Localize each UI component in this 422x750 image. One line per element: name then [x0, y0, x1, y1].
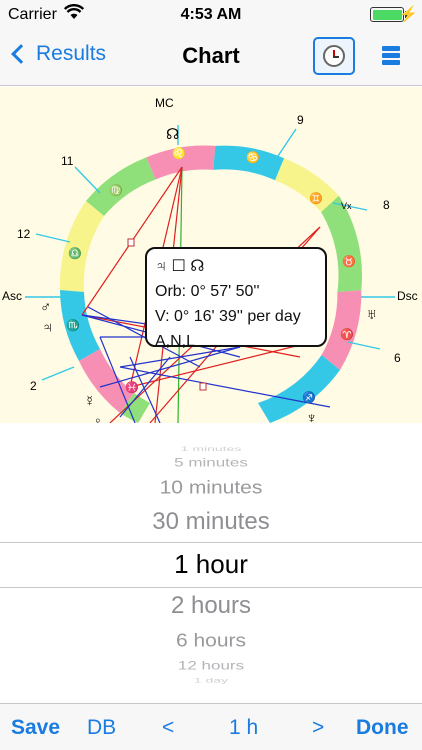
picker-option[interactable]: 30 minutes: [0, 508, 422, 536]
house-9-label: 9: [297, 113, 304, 127]
clock-icon: [323, 45, 345, 67]
house-11-label: 11: [61, 154, 74, 168]
uranus-icon: ♅: [366, 306, 378, 323]
north-node-outer-icon: ☊: [166, 126, 180, 143]
jupiter-icon: ♃: [42, 319, 54, 336]
status-bar: Carrier 4:53 AM ⚡: [0, 0, 422, 30]
picker-option[interactable]: 10 minutes: [0, 477, 422, 498]
aries-sign-icon: ♈: [340, 329, 354, 341]
scorpio-sign-icon: ♏: [66, 320, 80, 332]
mercury-icon: ☿: [84, 393, 96, 410]
back-button-label: Results: [36, 42, 107, 65]
picker-option[interactable]: 5 minutes: [0, 456, 422, 470]
leo-sign-icon: ♌: [172, 148, 186, 160]
tooltip-velocity: V: 0° 16' 39'' per day: [155, 308, 301, 325]
picker-option[interactable]: 1 day: [0, 676, 422, 683]
next-step-button[interactable]: >: [312, 716, 324, 740]
menu-button[interactable]: [382, 46, 400, 66]
previous-step-button[interactable]: <: [162, 716, 174, 740]
dsc-label: Dsc: [397, 289, 418, 303]
house-8-label: 8: [383, 198, 390, 212]
bottom-toolbar: Save DB < 1 h > Done: [0, 703, 422, 750]
ring-segment-water-2: [258, 355, 340, 423]
time-step-picker[interactable]: 1 minutes 5 minutes 10 minutes 30 minute…: [0, 423, 422, 703]
tooltip-flags: A,N,L: [155, 333, 196, 350]
vx-label: Vx: [341, 201, 352, 211]
chevron-left-icon: [11, 44, 31, 64]
pisces-sign-icon: ♓: [125, 382, 139, 394]
navigation-bar: Results Chart: [0, 30, 422, 86]
sagittarius-sign-icon: ♐: [302, 392, 316, 404]
taurus-sign-icon: ♉: [342, 256, 356, 268]
house-2-label: 2: [30, 379, 37, 393]
tooltip-orb: Orb: 0° 57' 50'': [155, 283, 260, 300]
mc-label: MC: [155, 96, 174, 110]
libra-sign-icon: ♎: [68, 248, 82, 260]
house-6-label: 6: [394, 351, 401, 365]
mars-icon: ♂: [40, 299, 52, 316]
virgo-sign-icon: ♍: [109, 185, 123, 197]
ring-segment-air-2: [59, 201, 104, 292]
astrology-chart[interactable]: MC Asc Dsc Vx 9 8 6 2 11 12 ♌ ♋ ♊ ♉ ♈ ♏ …: [0, 87, 422, 423]
db-button[interactable]: DB: [87, 716, 116, 740]
picker-option[interactable]: 1 minutes: [0, 445, 422, 452]
charging-icon: ⚡: [399, 6, 418, 23]
venus-icon: ♀: [93, 414, 103, 423]
ring-segment-air: [275, 158, 339, 213]
cancer-sign-icon: ♋: [246, 152, 260, 164]
back-button[interactable]: Results: [8, 42, 106, 66]
asc-label: Asc: [2, 289, 23, 303]
tooltip-aspect-glyphs: ♃ ☐ ☊: [155, 258, 205, 275]
picker-option[interactable]: 6 hours: [0, 630, 422, 651]
step-size-button[interactable]: 1 h: [229, 716, 258, 740]
status-time: 4:53 AM: [180, 6, 242, 23]
gemini-sign-icon: ♊: [309, 193, 323, 205]
neptune-icon: ♆: [306, 410, 318, 423]
done-button[interactable]: Done: [356, 716, 409, 740]
picker-option[interactable]: 12 hours: [0, 659, 422, 673]
aspect-tooltip: ♃ ☐ ☊ Orb: 0° 57' 50'' V: 0° 16' 39'' pe…: [145, 247, 327, 350]
picker-option[interactable]: 2 hours: [0, 592, 422, 620]
picker-option-selected[interactable]: 1 hour: [0, 549, 422, 580]
time-step-button[interactable]: [313, 37, 355, 75]
menu-bar-icon: [382, 46, 400, 51]
menu-bar-icon: [382, 53, 400, 58]
house-12-label: 12: [17, 227, 31, 241]
menu-bar-icon: [382, 60, 400, 65]
save-button[interactable]: Save: [11, 716, 60, 740]
